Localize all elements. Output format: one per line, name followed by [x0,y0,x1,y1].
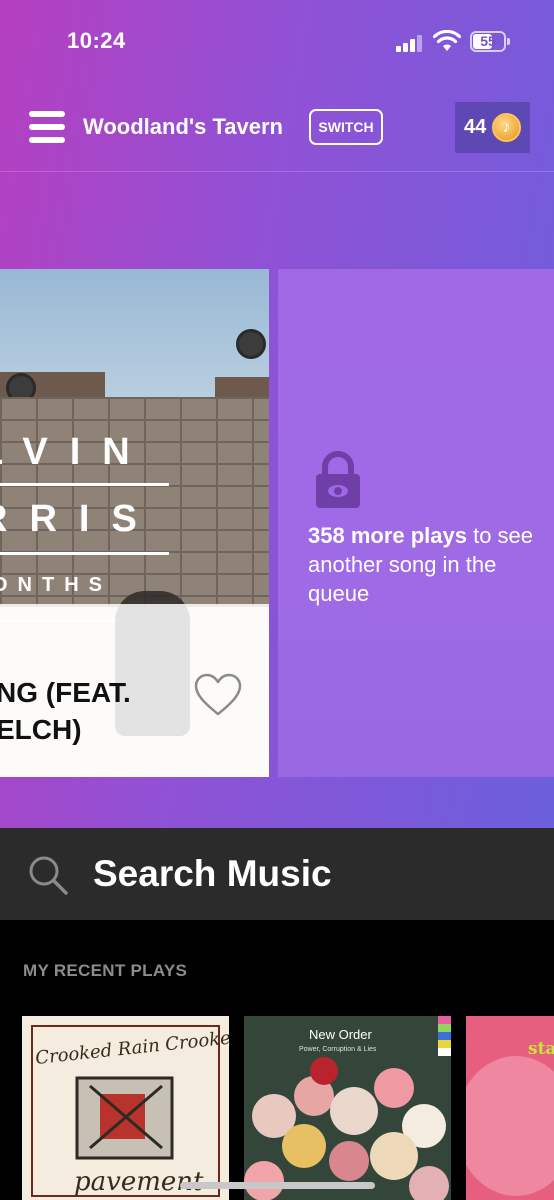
wifi-icon [433,30,461,51]
coin-count: 44 [464,116,487,138]
battery-icon: 55 [470,31,506,52]
battery-tip [507,38,510,45]
recent-plays-heading: MY RECENT PLAYS [23,961,188,980]
album-cover-title: sta [528,1039,554,1059]
switch-venue-button[interactable]: SWITCH [309,109,383,145]
album-cover-art: sta [466,1016,554,1200]
album-cover-band: New Order [309,1027,373,1042]
battery-level: 55 [480,33,496,49]
recent-album-cover[interactable]: sta [466,1016,554,1200]
search-music-bar[interactable]: Search Music [0,828,554,920]
now-playing-card[interactable]: LVIN RRIS ONTHS NG (FEAT. ELCH) [0,269,269,777]
search-music-label: Search Music [93,853,332,894]
album-art-text-line1: LVIN [0,431,152,473]
search-icon [29,856,68,895]
song-info-panel: NG (FEAT. ELCH) [0,604,269,777]
nav-divider [0,171,554,172]
home-indicator [180,1182,375,1189]
queue-lock-message: 358 more plays to see another song in th… [308,523,534,606]
song-title: NG (FEAT. ELCH) [0,677,131,745]
album-cover-art: Crooked Rain Crooked Rain pavement [22,1016,229,1200]
coin-balance[interactable]: 44 ♪ [455,102,530,153]
top-nav: Woodland's Tavern SWITCH 44 ♪ [0,100,554,172]
status-bar: 10:24 55 [0,0,554,80]
album-cover-art: New Order Power, Corruption & Lies [244,1016,451,1200]
album-art-text-line2: RRIS [0,498,159,540]
album-cover-album: Power, Corruption & Lies [299,1046,377,1053]
recent-album-cover[interactable]: Crooked Rain Crooked Rain pavement [22,1016,229,1200]
lock-icon [316,451,360,508]
music-coin-icon: ♪ [492,113,521,142]
recent-album-cover[interactable]: New Order Power, Corruption & Lies [244,1016,451,1200]
hamburger-menu-icon[interactable] [29,111,65,143]
album-art-text-line3: ONTHS [0,574,112,596]
venue-name: Woodland's Tavern [83,114,283,139]
status-time: 10:24 [67,28,126,53]
cellular-signal-icon [396,34,426,52]
queue-locked-card: 358 more plays to see another song in th… [278,269,554,777]
heart-icon[interactable] [193,673,243,717]
